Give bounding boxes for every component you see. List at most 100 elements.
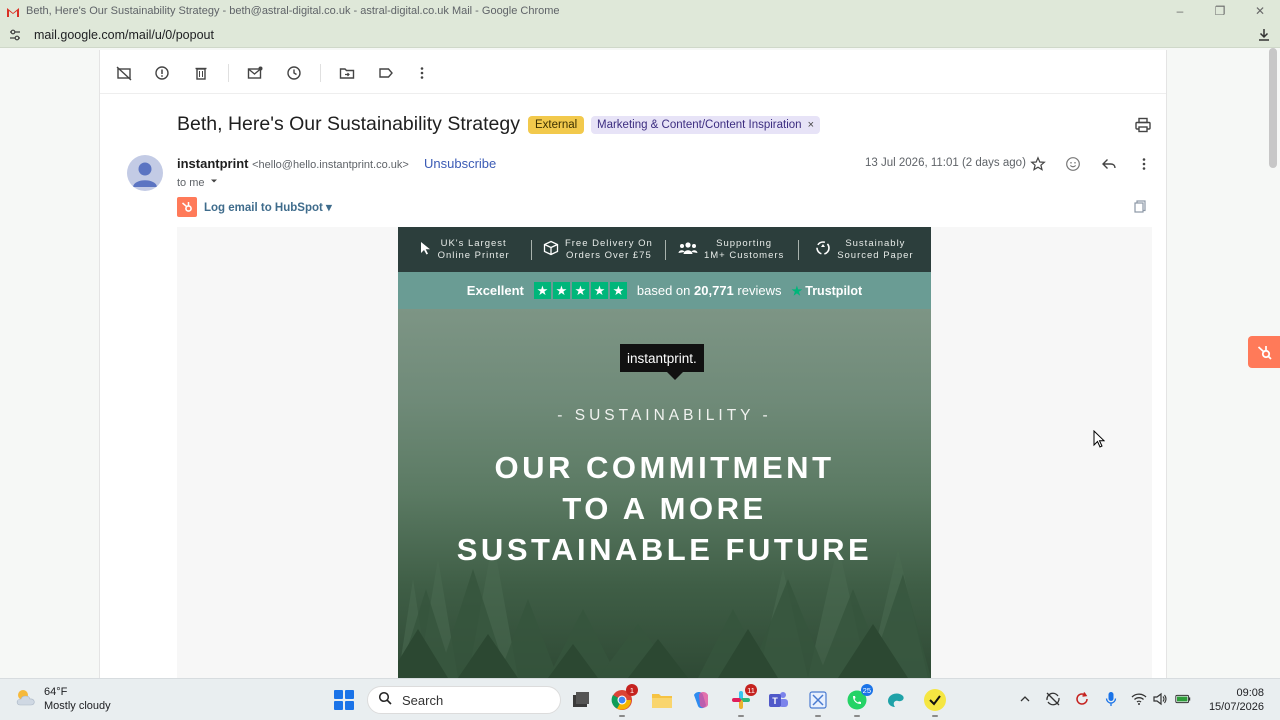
recipient-dropdown[interactable]: to me xyxy=(177,176,219,189)
hubspot-row: Log email to HubSpot ▾ xyxy=(177,197,1147,217)
weather-desc: Mostly cloudy xyxy=(44,700,111,712)
weather-widget[interactable]: 64°F Mostly cloudy xyxy=(14,685,111,713)
hubspot-sidebar-button[interactable] xyxy=(1248,336,1280,368)
logo-tail xyxy=(667,372,683,380)
people-icon xyxy=(678,241,698,259)
whatsapp-icon[interactable]: 25 xyxy=(846,684,873,717)
norton-icon[interactable] xyxy=(924,689,946,717)
star-icon: ★ xyxy=(609,282,627,299)
windows-start-icon[interactable] xyxy=(334,690,354,710)
gmail-icon xyxy=(6,5,20,17)
battery-icon[interactable] xyxy=(1175,691,1191,707)
snooze-icon[interactable] xyxy=(285,64,303,82)
folder-icon[interactable] xyxy=(651,689,673,711)
clock-date: 15/07/2026 xyxy=(1208,701,1264,713)
star-icon: ★ xyxy=(571,282,589,299)
star-icon: ★ xyxy=(533,282,551,299)
running-indicator xyxy=(932,715,938,717)
mark-email-icon[interactable] xyxy=(246,64,264,82)
address-bar: mail.google.com/mail/u/0/popout xyxy=(0,22,1280,48)
more-options-icon[interactable] xyxy=(1135,155,1153,173)
slack-icon[interactable]: 11 xyxy=(730,684,757,717)
unsubscribe-link[interactable]: Unsubscribe xyxy=(424,156,496,171)
edge-icon[interactable] xyxy=(885,689,907,711)
sender-name[interactable]: instantprint xyxy=(177,156,249,171)
cursor-icon xyxy=(420,241,432,259)
minimize-icon[interactable]: – xyxy=(1160,0,1200,22)
page-scrollbar[interactable] xyxy=(1269,48,1277,168)
download-icon[interactable] xyxy=(1256,27,1272,43)
refresh-icon[interactable] xyxy=(1074,691,1090,707)
usp-bar: UK's Largest Online Printer Free Delivery… xyxy=(398,227,931,272)
usp-item: UK's Largest Online Printer xyxy=(398,238,531,262)
trustpilot-rating-word: Excellent xyxy=(466,283,524,298)
copy-icon[interactable] xyxy=(1133,199,1147,213)
microphone-icon[interactable] xyxy=(1103,691,1119,707)
external-chip: External xyxy=(528,116,585,134)
delete-icon[interactable] xyxy=(192,64,210,82)
sync-off-icon[interactable] xyxy=(1045,691,1061,707)
mouse-cursor-icon xyxy=(1093,429,1106,453)
sender-avatar[interactable] xyxy=(127,155,163,191)
url-text[interactable]: mail.google.com/mail/u/0/popout xyxy=(34,28,214,42)
more-vert-icon[interactable] xyxy=(413,64,431,82)
system-clock[interactable]: 09:08 15/07/2026 xyxy=(1204,686,1264,714)
weather-temp: 64°F xyxy=(44,686,68,698)
label-chip[interactable]: Marketing & Content/Content Inspiration … xyxy=(591,116,820,134)
restore-icon[interactable]: ❐ xyxy=(1200,0,1240,22)
recipient-text: to me xyxy=(177,176,205,189)
slack-badge: 11 xyxy=(745,684,757,696)
print-icon[interactable] xyxy=(1134,116,1152,134)
reply-icon[interactable] xyxy=(1100,155,1118,173)
report-spam-icon[interactable] xyxy=(153,64,171,82)
chrome-badge: 1 xyxy=(626,684,638,696)
teams-icon[interactable]: T xyxy=(767,689,789,711)
running-indicator xyxy=(815,715,821,717)
copilot-icon[interactable] xyxy=(690,689,712,711)
file-manager-icon[interactable] xyxy=(570,689,592,711)
emoji-react-icon[interactable] xyxy=(1064,155,1082,173)
snipping-tool-icon[interactable] xyxy=(807,689,829,717)
trustpilot-reviews: based on 20,771 reviews xyxy=(636,283,782,298)
browser-title-bar: Beth, Here's Our Sustainability Strategy… xyxy=(0,0,1280,22)
usp-item: Supporting 1M+ Customers xyxy=(664,238,798,262)
usp-item: Free Delivery On Orders Over £75 xyxy=(531,238,664,262)
email-date: 13 Jul 2026, 11:01 (2 days ago) xyxy=(865,157,1026,169)
close-icon[interactable]: ✕ xyxy=(1240,0,1280,22)
mark-unread-off-icon[interactable] xyxy=(115,64,133,82)
volume-icon[interactable] xyxy=(1152,691,1168,707)
windows-taskbar: 64°F Mostly cloudy Search 1 11 T 25 09:0… xyxy=(0,678,1280,720)
box-icon xyxy=(543,240,559,260)
label-icon[interactable] xyxy=(377,64,395,82)
whatsapp-badge: 25 xyxy=(860,684,873,696)
log-to-hubspot-text: Log email to HubSpot xyxy=(204,202,323,214)
hero-banner[interactable]: instantprint. - SUSTAINABILITY - OUR COM… xyxy=(398,309,931,678)
clock-time: 09:08 xyxy=(1236,687,1264,699)
toolbar-divider xyxy=(228,64,229,82)
log-to-hubspot-link[interactable]: Log email to HubSpot ▾ xyxy=(204,200,332,214)
hubspot-icon xyxy=(177,197,197,217)
cloud-sun-icon xyxy=(14,687,38,712)
star-icon[interactable] xyxy=(1029,155,1047,173)
show-hidden-icons-icon[interactable] xyxy=(1017,691,1033,707)
sender-email: <hello@hello.instantprint.co.uk> xyxy=(252,159,409,171)
instantprint-logo: instantprint. xyxy=(620,344,704,372)
search-placeholder: Search xyxy=(402,692,444,708)
email-view: Beth, Here's Our Sustainability Strategy… xyxy=(99,50,1167,678)
email-body: UK's Largest Online Printer Free Delivery… xyxy=(177,227,1152,678)
running-indicator xyxy=(619,715,625,717)
window-controls: – ❐ ✕ xyxy=(1160,0,1280,22)
taskbar-search[interactable]: Search xyxy=(367,686,561,714)
window-title: Beth, Here's Our Sustainability Strategy… xyxy=(26,5,560,17)
move-to-icon[interactable] xyxy=(338,64,356,82)
trustpilot-bar[interactable]: Excellent ★ ★ ★ ★ ★ based on 20,771 revi… xyxy=(398,272,931,309)
site-info-icon[interactable] xyxy=(8,28,22,42)
remove-label-icon[interactable]: × xyxy=(808,119,814,131)
trustpilot-star-icon: ★ xyxy=(791,283,803,298)
trustpilot-logo: ★ Trustpilot xyxy=(791,283,863,298)
svg-text:T: T xyxy=(772,696,778,706)
wifi-icon[interactable] xyxy=(1131,691,1147,707)
chevron-down-icon xyxy=(209,176,219,189)
running-indicator xyxy=(738,715,744,717)
chrome-icon[interactable]: 1 xyxy=(611,684,638,717)
